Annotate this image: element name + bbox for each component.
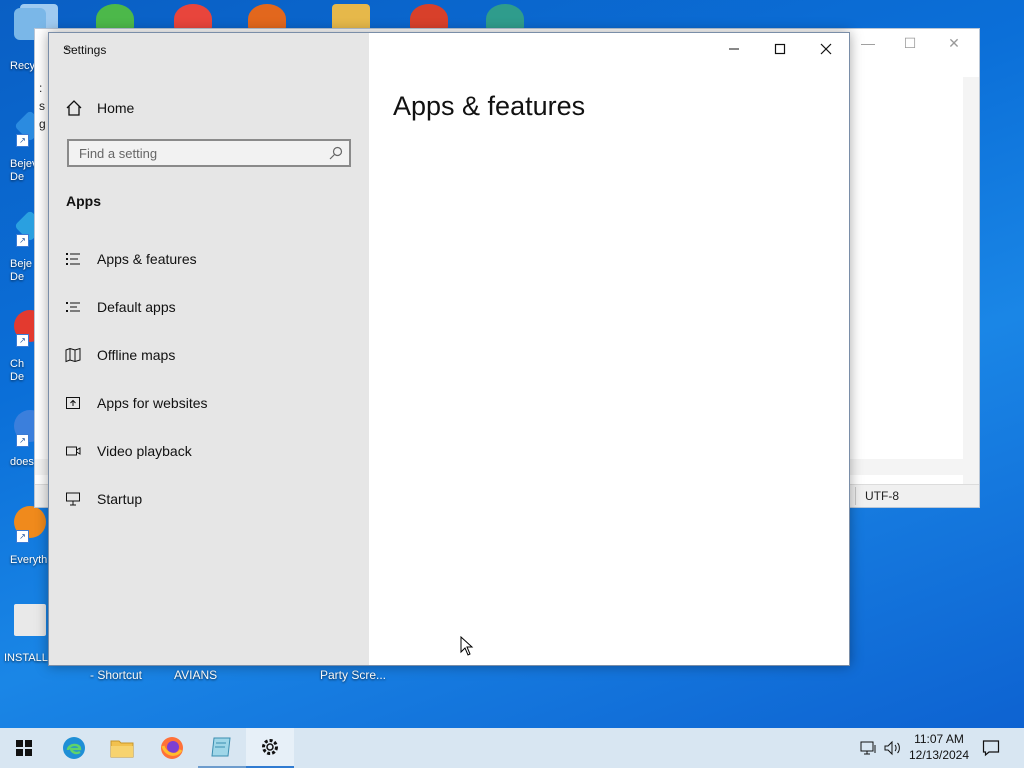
video-icon <box>66 446 81 456</box>
notepad-fragment: s <box>39 99 45 113</box>
volume-icon <box>884 740 900 756</box>
action-center-button[interactable] <box>982 728 1000 768</box>
edge-icon <box>63 737 85 759</box>
desktop-label-party: Party Scre... <box>320 668 387 682</box>
notepad-fragment: g <box>39 117 46 131</box>
network-icon <box>860 741 876 755</box>
settings-icon <box>262 739 278 755</box>
clock[interactable]: 11:07 AM 12/13/2024 <box>904 731 974 763</box>
minimize-button[interactable] <box>711 33 757 65</box>
settings-window[interactable]: ← Settings Home Apps Apps & features Def… <box>48 32 850 666</box>
settings-sidebar: ← Settings Home Apps Apps & features Def… <box>49 33 369 665</box>
minimize-icon <box>729 48 739 50</box>
file-explorer-icon <box>110 740 134 758</box>
close-icon <box>820 43 832 55</box>
nav-item-label: Offline maps <box>97 347 176 363</box>
desktop-label-avians: AVIANS <box>174 668 218 682</box>
startup-icon <box>66 492 80 506</box>
shortcut-arrow-icon: ↗ <box>16 434 29 447</box>
mouse-cursor-icon <box>460 636 474 656</box>
taskbar-firefox[interactable] <box>148 728 196 768</box>
map-icon <box>65 347 81 363</box>
notepad-vertical-scrollbar[interactable] <box>963 77 979 497</box>
tray-network[interactable] <box>860 728 878 768</box>
nav-video-playback[interactable]: Video playback <box>65 439 192 463</box>
default-apps-icon <box>66 302 80 312</box>
notepad-close-button[interactable]: ✕ <box>939 33 969 53</box>
firefox-icon <box>161 737 183 759</box>
notepad-icon <box>211 737 231 757</box>
search-icon <box>329 146 343 160</box>
clock-date: 12/13/2024 <box>908 748 970 762</box>
desktop-icon-everything[interactable]: ↗ Everyth <box>8 506 52 566</box>
tray-volume[interactable] <box>884 728 902 768</box>
start-button[interactable] <box>0 728 48 768</box>
shortcut-arrow-icon: ↗ <box>16 134 29 147</box>
open-in-window-icon <box>66 397 80 409</box>
encoding-label: UTF-8 <box>865 489 899 503</box>
notepad-maximize-button[interactable]: ☐ <box>895 33 925 53</box>
taskbar-notepad[interactable] <box>198 728 246 768</box>
maximize-button[interactable] <box>757 33 803 65</box>
taskbar-settings[interactable] <box>246 728 294 768</box>
maximize-icon <box>774 43 786 55</box>
status-separator <box>855 487 856 505</box>
shortcut-arrow-icon: ↗ <box>16 234 29 247</box>
nav-offline-maps[interactable]: Offline maps <box>65 343 175 367</box>
nav-item-label: Video playback <box>97 443 192 459</box>
nav-item-label: Startup <box>97 491 143 507</box>
nav-apps-features[interactable]: Apps & features <box>65 247 197 271</box>
shortcut-arrow-icon: ↗ <box>16 334 29 347</box>
nav-item-label: Apps & features <box>97 251 197 267</box>
window-title: Settings <box>63 43 107 57</box>
notepad-fragment: : <box>39 81 43 95</box>
list-icon <box>66 253 80 265</box>
settings-content: Apps & features <box>369 33 849 665</box>
nav-apps-for-websites[interactable]: Apps for websites <box>65 391 208 415</box>
desktop-label-shortcut: - Shortcut <box>90 668 143 682</box>
nav-home-label: Home <box>97 100 135 116</box>
nav-item-label: Apps for websites <box>97 395 208 411</box>
search-box[interactable] <box>67 139 351 167</box>
nav-default-apps[interactable]: Default apps <box>65 295 176 319</box>
nav-startup[interactable]: Startup <box>65 487 142 511</box>
clock-time: 11:07 AM <box>914 732 964 746</box>
page-title: Apps & features <box>393 91 586 121</box>
taskbar: 11:07 AM 12/13/2024 <box>0 728 1024 768</box>
start-icon <box>16 740 32 756</box>
shortcut-arrow-icon: ↗ <box>16 530 29 543</box>
notepad-minimize-button[interactable]: — <box>853 33 883 53</box>
section-title: Apps <box>66 193 101 209</box>
search-input[interactable] <box>77 145 321 162</box>
nav-home[interactable]: Home <box>65 99 134 117</box>
home-icon <box>66 100 82 116</box>
taskbar-edge[interactable] <box>50 728 98 768</box>
nav-item-label: Default apps <box>97 299 176 315</box>
text-file-icon <box>14 604 46 636</box>
desktop-icon-install[interactable]: INSTALL <box>4 604 52 664</box>
taskbar-file-explorer[interactable] <box>98 728 146 768</box>
close-button[interactable] <box>803 33 849 65</box>
notification-icon <box>982 740 1000 757</box>
